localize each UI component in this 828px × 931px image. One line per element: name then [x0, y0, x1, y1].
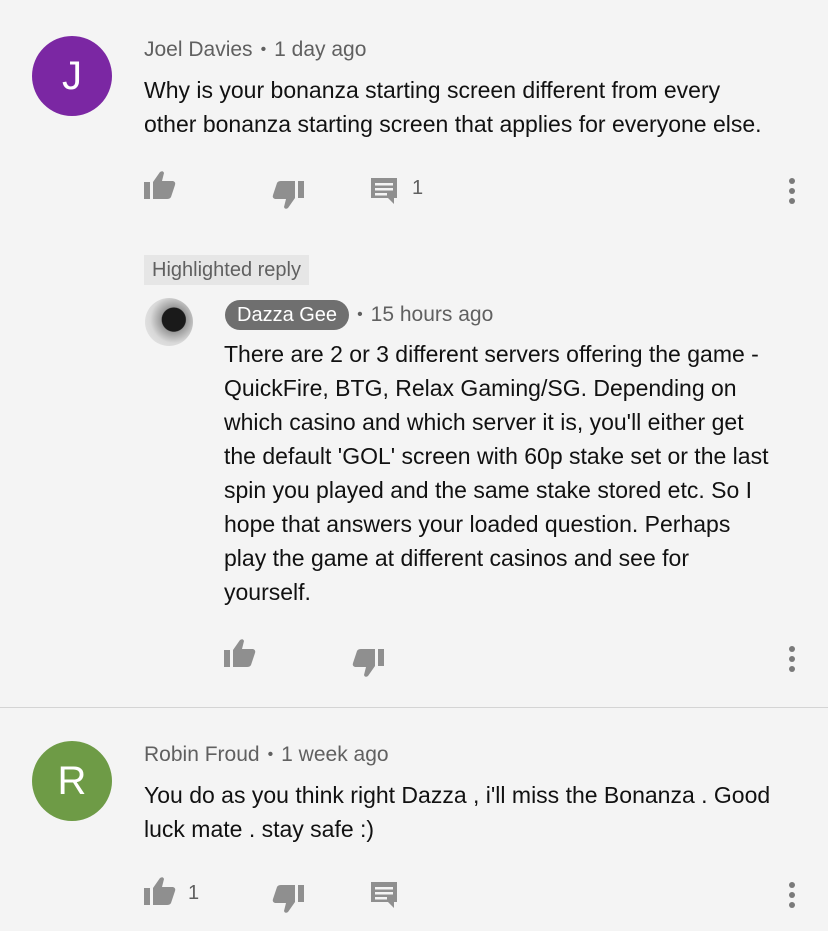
- highlighted-reply-label: Highlighted reply: [144, 255, 309, 285]
- reply-text: There are 2 or 3 different servers offer…: [224, 337, 768, 609]
- comment-meta: Dazza Gee • 15 hours ago: [225, 300, 493, 330]
- comment-text: You do as you think right Dazza , i'll m…: [144, 778, 770, 846]
- thumbs-up-icon[interactable]: [224, 638, 256, 668]
- comment-text: Why is your bonanza starting screen diff…: [144, 73, 762, 141]
- avatar-letter: J: [62, 53, 82, 98]
- reply-text-line: There are 2 or 3 different servers offer…: [224, 341, 759, 367]
- avatar-letter: R: [57, 758, 87, 803]
- separator-dot: •: [260, 41, 267, 58]
- comment-meta: Robin Froud • 1 week ago: [144, 743, 389, 767]
- comment-text-line: Why is your bonanza starting screen diff…: [144, 77, 721, 103]
- reply-text-line: QuickFire, BTG, Relax Gaming/SG. Dependi…: [224, 375, 737, 401]
- reply-text-line: hope that answers your loaded question. …: [224, 511, 731, 537]
- author-name[interactable]: Joel Davies: [144, 38, 253, 61]
- thumbs-down-icon[interactable]: [352, 648, 384, 678]
- author-chip[interactable]: Dazza Gee: [225, 300, 350, 330]
- reply-text-line: yourself.: [224, 579, 311, 605]
- comment-text-line: other bonanza starting screen that appli…: [144, 111, 762, 137]
- comment-icon[interactable]: [370, 881, 398, 909]
- comment-text-line: luck mate . stay safe :): [144, 816, 375, 842]
- timestamp[interactable]: 15 hours ago: [371, 303, 494, 326]
- more-vert-icon[interactable]: [788, 646, 796, 676]
- like-count: 1: [188, 882, 200, 904]
- comment-meta: Joel Davies • 1 day ago: [144, 38, 366, 62]
- more-vert-icon[interactable]: [788, 882, 796, 912]
- separator-dot: •: [267, 746, 274, 763]
- thumbs-up-icon[interactable]: [144, 170, 176, 200]
- comment-icon[interactable]: [370, 177, 398, 205]
- timestamp[interactable]: 1 week ago: [281, 743, 388, 766]
- comment-text-line: You do as you think right Dazza , i'll m…: [144, 782, 771, 808]
- reply-text-line: spin you played and the same stake store…: [224, 477, 753, 503]
- thumbs-down-icon[interactable]: [272, 180, 304, 210]
- thumbs-up-icon[interactable]: [144, 876, 176, 906]
- avatar[interactable]: [145, 298, 193, 346]
- timestamp[interactable]: 1 day ago: [274, 38, 366, 61]
- avatar[interactable]: J: [32, 36, 112, 116]
- divider: [0, 707, 828, 708]
- thumbs-down-icon[interactable]: [272, 884, 304, 914]
- avatar[interactable]: R: [32, 741, 112, 821]
- separator-dot: •: [357, 306, 363, 323]
- more-vert-icon[interactable]: [788, 178, 796, 208]
- reply-text-line: which casino and which server it is, you…: [224, 409, 744, 435]
- reply-text-line: play the game at different casinos and s…: [224, 545, 689, 571]
- reply-count[interactable]: 1: [412, 177, 423, 200]
- author-name[interactable]: Robin Froud: [144, 743, 260, 766]
- reply-text-line: the default 'GOL' screen with 60p stake …: [224, 443, 769, 469]
